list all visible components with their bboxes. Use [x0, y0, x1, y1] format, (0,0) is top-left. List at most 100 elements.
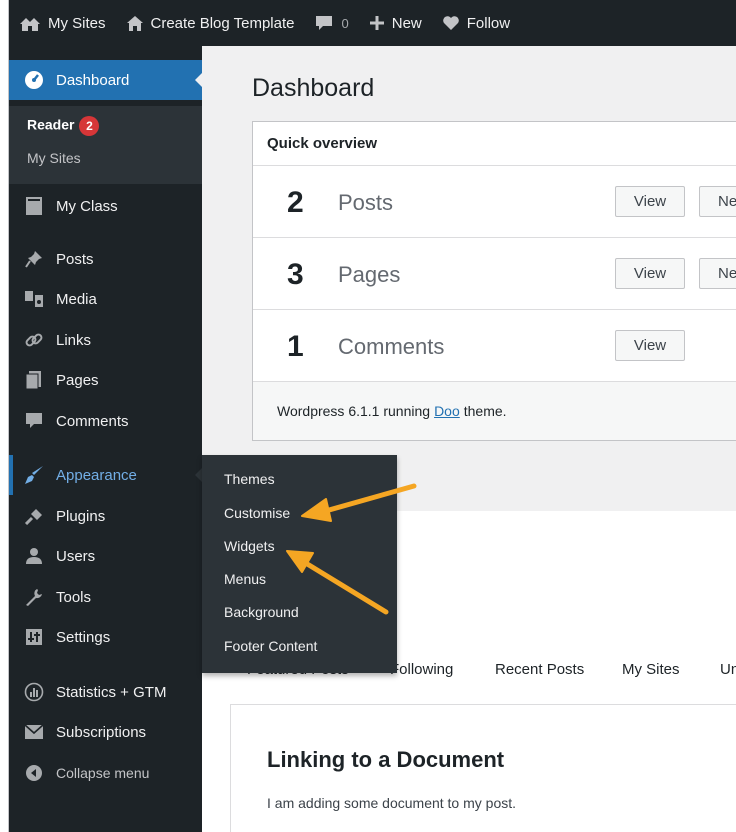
collapse-menu-button[interactable]: Collapse menu	[9, 753, 202, 793]
sidebar-item-label: Comments	[56, 412, 129, 430]
settings-icon	[23, 626, 45, 648]
link-icon	[23, 329, 45, 351]
flyout-item-themes[interactable]: Themes	[224, 471, 275, 487]
widget-heading: Quick overview	[253, 122, 736, 166]
sidebar-item-links[interactable]: Links	[9, 320, 202, 360]
quick-overview-widget: Quick overview 2 Posts View Ne 3 Pages V…	[252, 121, 736, 441]
flyout-item-widgets[interactable]: Widgets	[224, 538, 275, 554]
comment-icon	[23, 410, 45, 432]
dashboard-submenu: Reader 2 My Sites	[9, 106, 202, 184]
widget-title: Quick overview	[267, 135, 378, 152]
reader-badge: 2	[79, 116, 100, 136]
my-sites-menu[interactable]: My Sites	[19, 0, 106, 46]
wrench-icon	[23, 586, 45, 608]
follow-label: Follow	[466, 14, 511, 32]
sidebar-item-dashboard[interactable]: Dashboard	[9, 60, 203, 100]
post-card: Linking to a Document I am adding some d…	[230, 704, 736, 832]
overview-label: Posts	[338, 190, 394, 215]
mail-icon	[23, 721, 45, 743]
overview-label: Comments	[338, 334, 445, 359]
sidebar-item-label: Appearance	[56, 466, 137, 484]
sidebar-item-subscriptions[interactable]: Subscriptions	[9, 712, 202, 752]
sites-icon	[20, 18, 40, 31]
main-content: Dashboard Quick overview 2 Posts View Ne…	[202, 46, 736, 832]
comments-count: 0	[341, 15, 349, 31]
plug-icon	[23, 505, 45, 527]
sidebar-item-label: Statistics + GTM	[56, 683, 167, 701]
flyout-item-menus[interactable]: Menus	[224, 571, 266, 587]
submenu-reader[interactable]: Reader 2	[27, 116, 100, 136]
flyout-item-customise[interactable]: Customise	[224, 505, 290, 521]
brush-icon	[23, 464, 45, 486]
new-post-button[interactable]: Ne	[699, 186, 736, 217]
new-page-button[interactable]: Ne	[699, 258, 736, 289]
follow-button[interactable]: Follow	[442, 0, 510, 46]
pin-icon	[23, 248, 45, 270]
sidebar-item-label: Collapse menu	[56, 765, 150, 781]
sidebar-item-label: Tools	[56, 588, 92, 606]
sidebar-item-appearance[interactable]: Appearance	[9, 455, 203, 495]
post-excerpt: I am adding some document to my post.	[267, 795, 517, 811]
admin-bar: My Sites Create Blog Template 0 New Foll…	[9, 0, 736, 46]
overview-count: 1	[287, 330, 304, 363]
post-title[interactable]: Linking to a Document	[267, 747, 504, 773]
plus-icon	[369, 16, 384, 30]
sidebar-item-media[interactable]: Media	[9, 279, 202, 319]
sidebar-item-label: Subscriptions	[56, 723, 147, 741]
flyout-item-footer-content[interactable]: Footer Content	[224, 638, 317, 654]
tab-my-sites[interactable]: My Sites	[622, 661, 680, 678]
site-name-label: Create Blog Template	[150, 14, 295, 32]
comment-bubble-icon	[315, 15, 332, 30]
sidebar-item-plugins[interactable]: Plugins	[9, 496, 202, 536]
sidebar-item-users[interactable]: Users	[9, 536, 202, 576]
overview-row-posts: 2 Posts View Ne	[253, 166, 736, 238]
overview-row-pages: 3 Pages View Ne	[253, 238, 736, 310]
footer-text: Wordpress 6.1.1 running	[277, 403, 431, 419]
sidebar-item-label: Plugins	[56, 507, 106, 525]
collapse-icon	[23, 762, 45, 784]
stats-icon	[23, 681, 45, 703]
sidebar-item-statistics[interactable]: Statistics + GTM	[9, 672, 202, 712]
sidebar-item-label: Users	[56, 547, 96, 565]
sidebar-item-label: Pages	[56, 371, 99, 389]
comments-menu[interactable]: 0	[315, 0, 349, 46]
admin-sidebar: Dashboard Reader 2 My Sites My Class Post…	[9, 46, 203, 832]
media-icon	[23, 288, 45, 310]
screenshot-frame: My Sites Create Blog Template 0 New Foll…	[8, 0, 736, 832]
user-icon	[23, 545, 45, 567]
tab-following[interactable]: Following	[390, 661, 453, 678]
sidebar-item-comments[interactable]: Comments	[9, 401, 202, 441]
sidebar-item-label: Settings	[56, 628, 111, 646]
sidebar-item-label: My Class	[56, 197, 118, 215]
appearance-flyout-menu: Themes Customise Widgets Menus Backgroun…	[202, 455, 397, 673]
submenu-my-sites[interactable]: My Sites	[27, 150, 81, 166]
sidebar-item-pages[interactable]: Pages	[9, 360, 202, 400]
view-comments-button[interactable]: View	[615, 330, 685, 361]
sidebar-item-label: Posts	[56, 250, 94, 268]
sidebar-item-label: Media	[56, 290, 97, 308]
sidebar-item-posts[interactable]: Posts	[9, 239, 202, 279]
tab-recent-posts[interactable]: Recent Posts	[495, 661, 584, 678]
overview-label: Pages	[338, 262, 401, 287]
footer-text-end: theme.	[463, 403, 507, 419]
heart-icon	[442, 16, 459, 30]
view-posts-button[interactable]: View	[615, 186, 685, 217]
dashboard-icon	[23, 69, 45, 91]
reader-label: Reader	[27, 116, 75, 133]
page-title: Dashboard	[252, 74, 375, 102]
sidebar-item-my-class[interactable]: My Class	[9, 186, 202, 226]
sidebar-item-tools[interactable]: Tools	[9, 577, 202, 617]
overview-count: 2	[287, 186, 304, 219]
overview-row-comments: 1 Comments View	[253, 310, 736, 382]
pages-icon	[23, 369, 45, 391]
home-icon	[126, 15, 143, 31]
sidebar-item-settings[interactable]: Settings	[9, 617, 202, 657]
flyout-item-background[interactable]: Background	[224, 604, 299, 620]
view-pages-button[interactable]: View	[615, 258, 685, 289]
overview-footer: Wordpress 6.1.1 running Doo theme.	[253, 382, 736, 440]
theme-link[interactable]: Doo	[434, 403, 460, 419]
site-name-menu[interactable]: Create Blog Template	[126, 0, 295, 46]
tab-unread[interactable]: Unr	[720, 661, 736, 678]
new-content-menu[interactable]: New	[369, 0, 422, 46]
book-icon	[23, 195, 45, 217]
